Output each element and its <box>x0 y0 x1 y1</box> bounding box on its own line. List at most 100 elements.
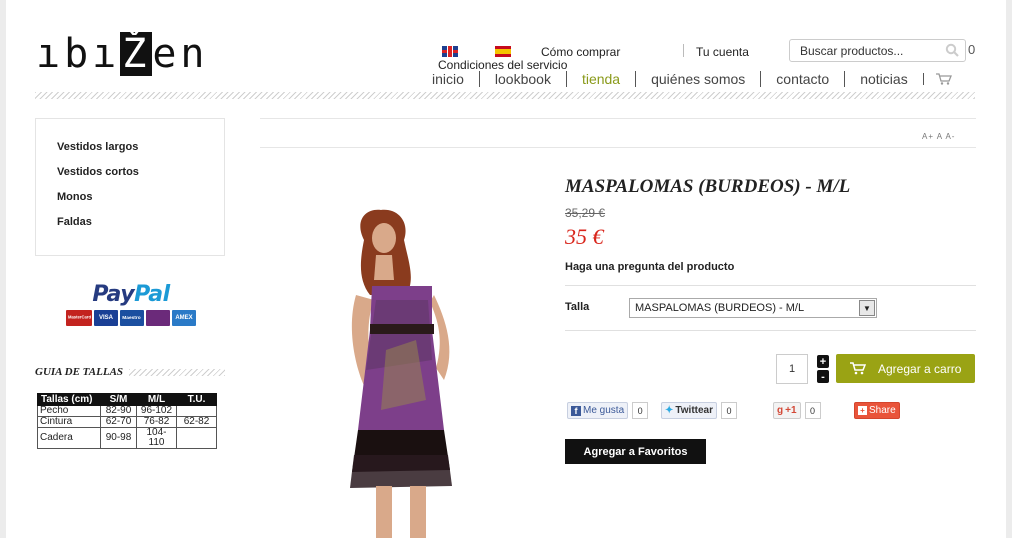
table-cell <box>176 427 217 449</box>
search-icon[interactable] <box>945 43 959 57</box>
product-divider <box>565 285 976 286</box>
old-price: 35,29 € <box>565 206 606 220</box>
table-row: Pecho 82-90 96-102 <box>37 405 217 417</box>
table-cell: 82-90 <box>100 405 137 417</box>
cart-count: 0 <box>968 42 976 57</box>
size-table-head: M/L <box>136 393 177 406</box>
account-link[interactable]: Tu cuenta <box>696 45 749 59</box>
product-divider <box>565 330 976 331</box>
logo-text-z: Ž <box>120 31 153 77</box>
table-row: Cadera 90-98 104-110 <box>37 427 217 449</box>
twitter-button[interactable]: ✦ Twittear <box>661 402 717 419</box>
table-cell: 62-70 <box>100 416 137 428</box>
table-cell: 76-82 <box>136 416 177 428</box>
nav-noticias[interactable]: noticias <box>844 71 922 87</box>
site-logo[interactable]: ıbıŽen <box>36 32 209 76</box>
maestro-icon: Maestro <box>120 310 144 326</box>
twitter-share: ✦ Twittear 0 <box>661 402 737 419</box>
quantity-increase-button[interactable]: + <box>817 355 829 368</box>
logo-text-start: ıbı <box>36 31 121 77</box>
top-link-divider <box>683 44 684 57</box>
nav-quienes-somos[interactable]: quiénes somos <box>635 71 760 87</box>
font-size-controls[interactable]: A+ A A- <box>922 132 955 141</box>
payment-cards: MasterCard VISA Maestro AMEX <box>66 310 196 326</box>
nav-lookbook[interactable]: lookbook <box>478 71 566 87</box>
nav-inicio[interactable]: inicio <box>420 71 479 87</box>
share-button[interactable]: + Share <box>854 402 900 419</box>
twitter-count: 0 <box>721 402 737 419</box>
nav-contacto[interactable]: contacto <box>760 71 844 87</box>
size-label: Talla <box>565 301 590 313</box>
size-guide: GUIA DE TALLAS <box>35 366 225 378</box>
spain-flag-icon[interactable] <box>495 46 511 57</box>
shopping-cart-icon <box>935 73 952 85</box>
paypal-wordmark-pay: Pay <box>92 282 135 307</box>
chevron-down-icon[interactable]: ▼ <box>859 300 875 316</box>
table-cell <box>176 405 217 417</box>
amex-label: AMEX <box>175 315 193 321</box>
size-guide-title-text: GUIA DE TALLAS <box>35 366 124 378</box>
add-to-cart-label: Agregar a carro <box>878 361 962 376</box>
quantity-input[interactable]: 1 <box>776 354 808 384</box>
size-table-header: Tallas (cm) S/M M/L T.U. <box>37 393 217 406</box>
search-input[interactable] <box>790 40 930 61</box>
add-to-cart-button[interactable]: Agregar a carro <box>836 354 975 383</box>
twitter-icon: ✦ <box>665 405 674 416</box>
ask-question-link[interactable]: Haga una pregunta del producto <box>565 261 734 273</box>
uk-flag-icon[interactable] <box>442 46 458 57</box>
mastercard-icon: MasterCard <box>66 310 92 326</box>
size-guide-title: GUIA DE TALLAS <box>35 366 225 378</box>
table-cell: Cintura <box>37 416 101 428</box>
quantity-decrease-button[interactable]: - <box>817 370 829 383</box>
content-rule <box>260 147 976 148</box>
facebook-like-button[interactable]: f Me gusta <box>567 402 629 419</box>
add-to-favorites-button[interactable]: Agregar a Favoritos <box>565 439 706 464</box>
table-cell: 90-98 <box>100 427 137 449</box>
size-table: Tallas (cm) S/M M/L T.U. Pecho 82-90 96-… <box>37 393 217 449</box>
category-vestidos-cortos[interactable]: Vestidos cortos <box>57 166 224 191</box>
google-plus-label: +1 <box>785 405 797 416</box>
facebook-icon: f <box>571 405 581 416</box>
google-icon: g <box>777 405 784 416</box>
nav-tienda[interactable]: tienda <box>565 71 635 87</box>
shopping-cart-icon <box>850 362 866 375</box>
table-cell: 96-102 <box>136 405 177 417</box>
size-table-head: Tallas (cm) <box>37 393 101 406</box>
google-plus-count: 0 <box>804 402 821 419</box>
plus-icon: + <box>858 406 867 415</box>
size-table-head: T.U. <box>176 393 217 406</box>
mastercard-label: MasterCard <box>67 315 91 321</box>
size-guide-divider <box>129 368 225 376</box>
size-select-value: MASPALOMAS (BURDEOS) - M/L <box>635 302 805 314</box>
share-widget: + Share <box>854 402 900 419</box>
category-menu: Vestidos largos Vestidos cortos Monos Fa… <box>35 118 225 256</box>
card-icon <box>146 310 170 326</box>
paypal-wordmark-pal: Pal <box>134 282 170 307</box>
share-label: Share <box>869 405 896 416</box>
facebook-like-count: 0 <box>632 402 649 419</box>
price: 35 € <box>565 224 604 249</box>
logo-text-end: en <box>152 31 209 77</box>
product-image[interactable] <box>336 200 486 538</box>
size-select[interactable]: MASPALOMAS (BURDEOS) - M/L ▼ <box>629 298 877 318</box>
twitter-label: Twittear <box>675 405 713 416</box>
facebook-like: f Me gusta 0 <box>567 402 649 419</box>
size-table-head: S/M <box>100 393 137 406</box>
facebook-like-label: Me gusta <box>583 405 625 416</box>
how-to-buy-link[interactable]: Cómo comprar <box>541 45 620 59</box>
nav-cart[interactable] <box>922 73 952 85</box>
category-faldas[interactable]: Faldas <box>57 216 224 241</box>
visa-icon: VISA <box>94 310 118 326</box>
content-top-rule <box>260 118 976 119</box>
category-vestidos-largos[interactable]: Vestidos largos <box>57 141 224 166</box>
search-box <box>789 39 966 62</box>
paypal-wordmark: PayPal <box>66 282 196 307</box>
paypal-logo[interactable]: PayPal MasterCard VISA Maestro AMEX <box>66 282 196 326</box>
category-monos[interactable]: Monos <box>57 191 224 216</box>
table-cell: 62-82 <box>176 416 217 428</box>
google-plus-one: g +1 0 <box>773 402 821 419</box>
maestro-label: Maestro <box>122 315 142 321</box>
google-plus-button[interactable]: g +1 <box>773 402 801 419</box>
page: ıbıŽen Cómo comprar Condiciones del serv… <box>6 0 1006 538</box>
table-cell: Cadera <box>37 427 101 449</box>
